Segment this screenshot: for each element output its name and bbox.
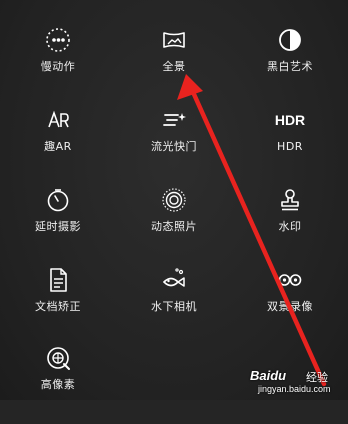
watermark-logo: Baidu <box>250 368 287 383</box>
mode-label: 高像素 <box>40 378 76 391</box>
mode-fun-ar[interactable]: 趣AR <box>0 106 116 186</box>
hdr-icon: HDR <box>268 106 312 134</box>
mode-moving-picture[interactable]: 动态照片 <box>116 186 232 266</box>
mode-dual-view[interactable]: 双景录像 <box>232 266 348 346</box>
mode-label: 双景录像 <box>267 300 313 313</box>
watermark-brand: 经验 <box>306 372 328 384</box>
mode-label: 动态照片 <box>151 220 197 233</box>
mode-panorama[interactable]: 全景 <box>116 26 232 106</box>
mode-watermark[interactable]: 水印 <box>232 186 348 266</box>
slow-motion-icon <box>44 26 72 54</box>
hdr-icon-text: HDR <box>274 112 306 128</box>
watermark-url: jingyan.baidu.com <box>258 384 331 394</box>
bw-art-icon <box>276 26 304 54</box>
mode-label: 延时摄影 <box>35 220 81 233</box>
high-res-icon <box>44 344 72 372</box>
mode-bw-art[interactable]: 黑白艺术 <box>232 26 348 106</box>
mode-label: 水印 <box>278 220 302 233</box>
ar-icon <box>44 106 72 134</box>
mode-light-painting[interactable]: 流光快门 <box>116 106 232 186</box>
mode-label: 水下相机 <box>151 300 197 313</box>
mode-hdr[interactable]: HDR HDR <box>232 106 348 186</box>
mode-time-lapse[interactable]: 延时摄影 <box>0 186 116 266</box>
mode-slow-motion[interactable]: 慢动作 <box>0 26 116 106</box>
light-painting-icon <box>160 106 188 134</box>
mode-label: 文档矫正 <box>35 300 81 313</box>
mode-label: 全景 <box>162 60 186 73</box>
mode-label: 趣AR <box>44 140 72 153</box>
camera-more-modes-screen: 慢动作 全景 黑白艺术 趣AR 流光快门 HDR HDR 延时摄影 动态照片 水… <box>0 0 348 400</box>
document-icon <box>44 266 72 294</box>
mode-label: HDR <box>277 140 303 153</box>
mode-label: 慢动作 <box>40 60 76 73</box>
timer-icon <box>44 186 72 214</box>
mode-label: 黑白艺术 <box>267 60 313 73</box>
mode-underwater[interactable]: 水下相机 <box>116 266 232 346</box>
mode-high-res[interactable]: 高像素 <box>0 344 116 424</box>
fish-icon <box>160 266 188 294</box>
mode-doc-scan[interactable]: 文档矫正 <box>0 266 116 346</box>
panorama-icon <box>160 26 188 54</box>
stamp-icon <box>276 186 304 214</box>
baidu-watermark: Baidu 经验 jingyan.baidu.com <box>250 366 344 398</box>
dual-view-icon <box>276 266 304 294</box>
moving-picture-icon <box>160 186 188 214</box>
mode-label: 流光快门 <box>151 140 197 153</box>
